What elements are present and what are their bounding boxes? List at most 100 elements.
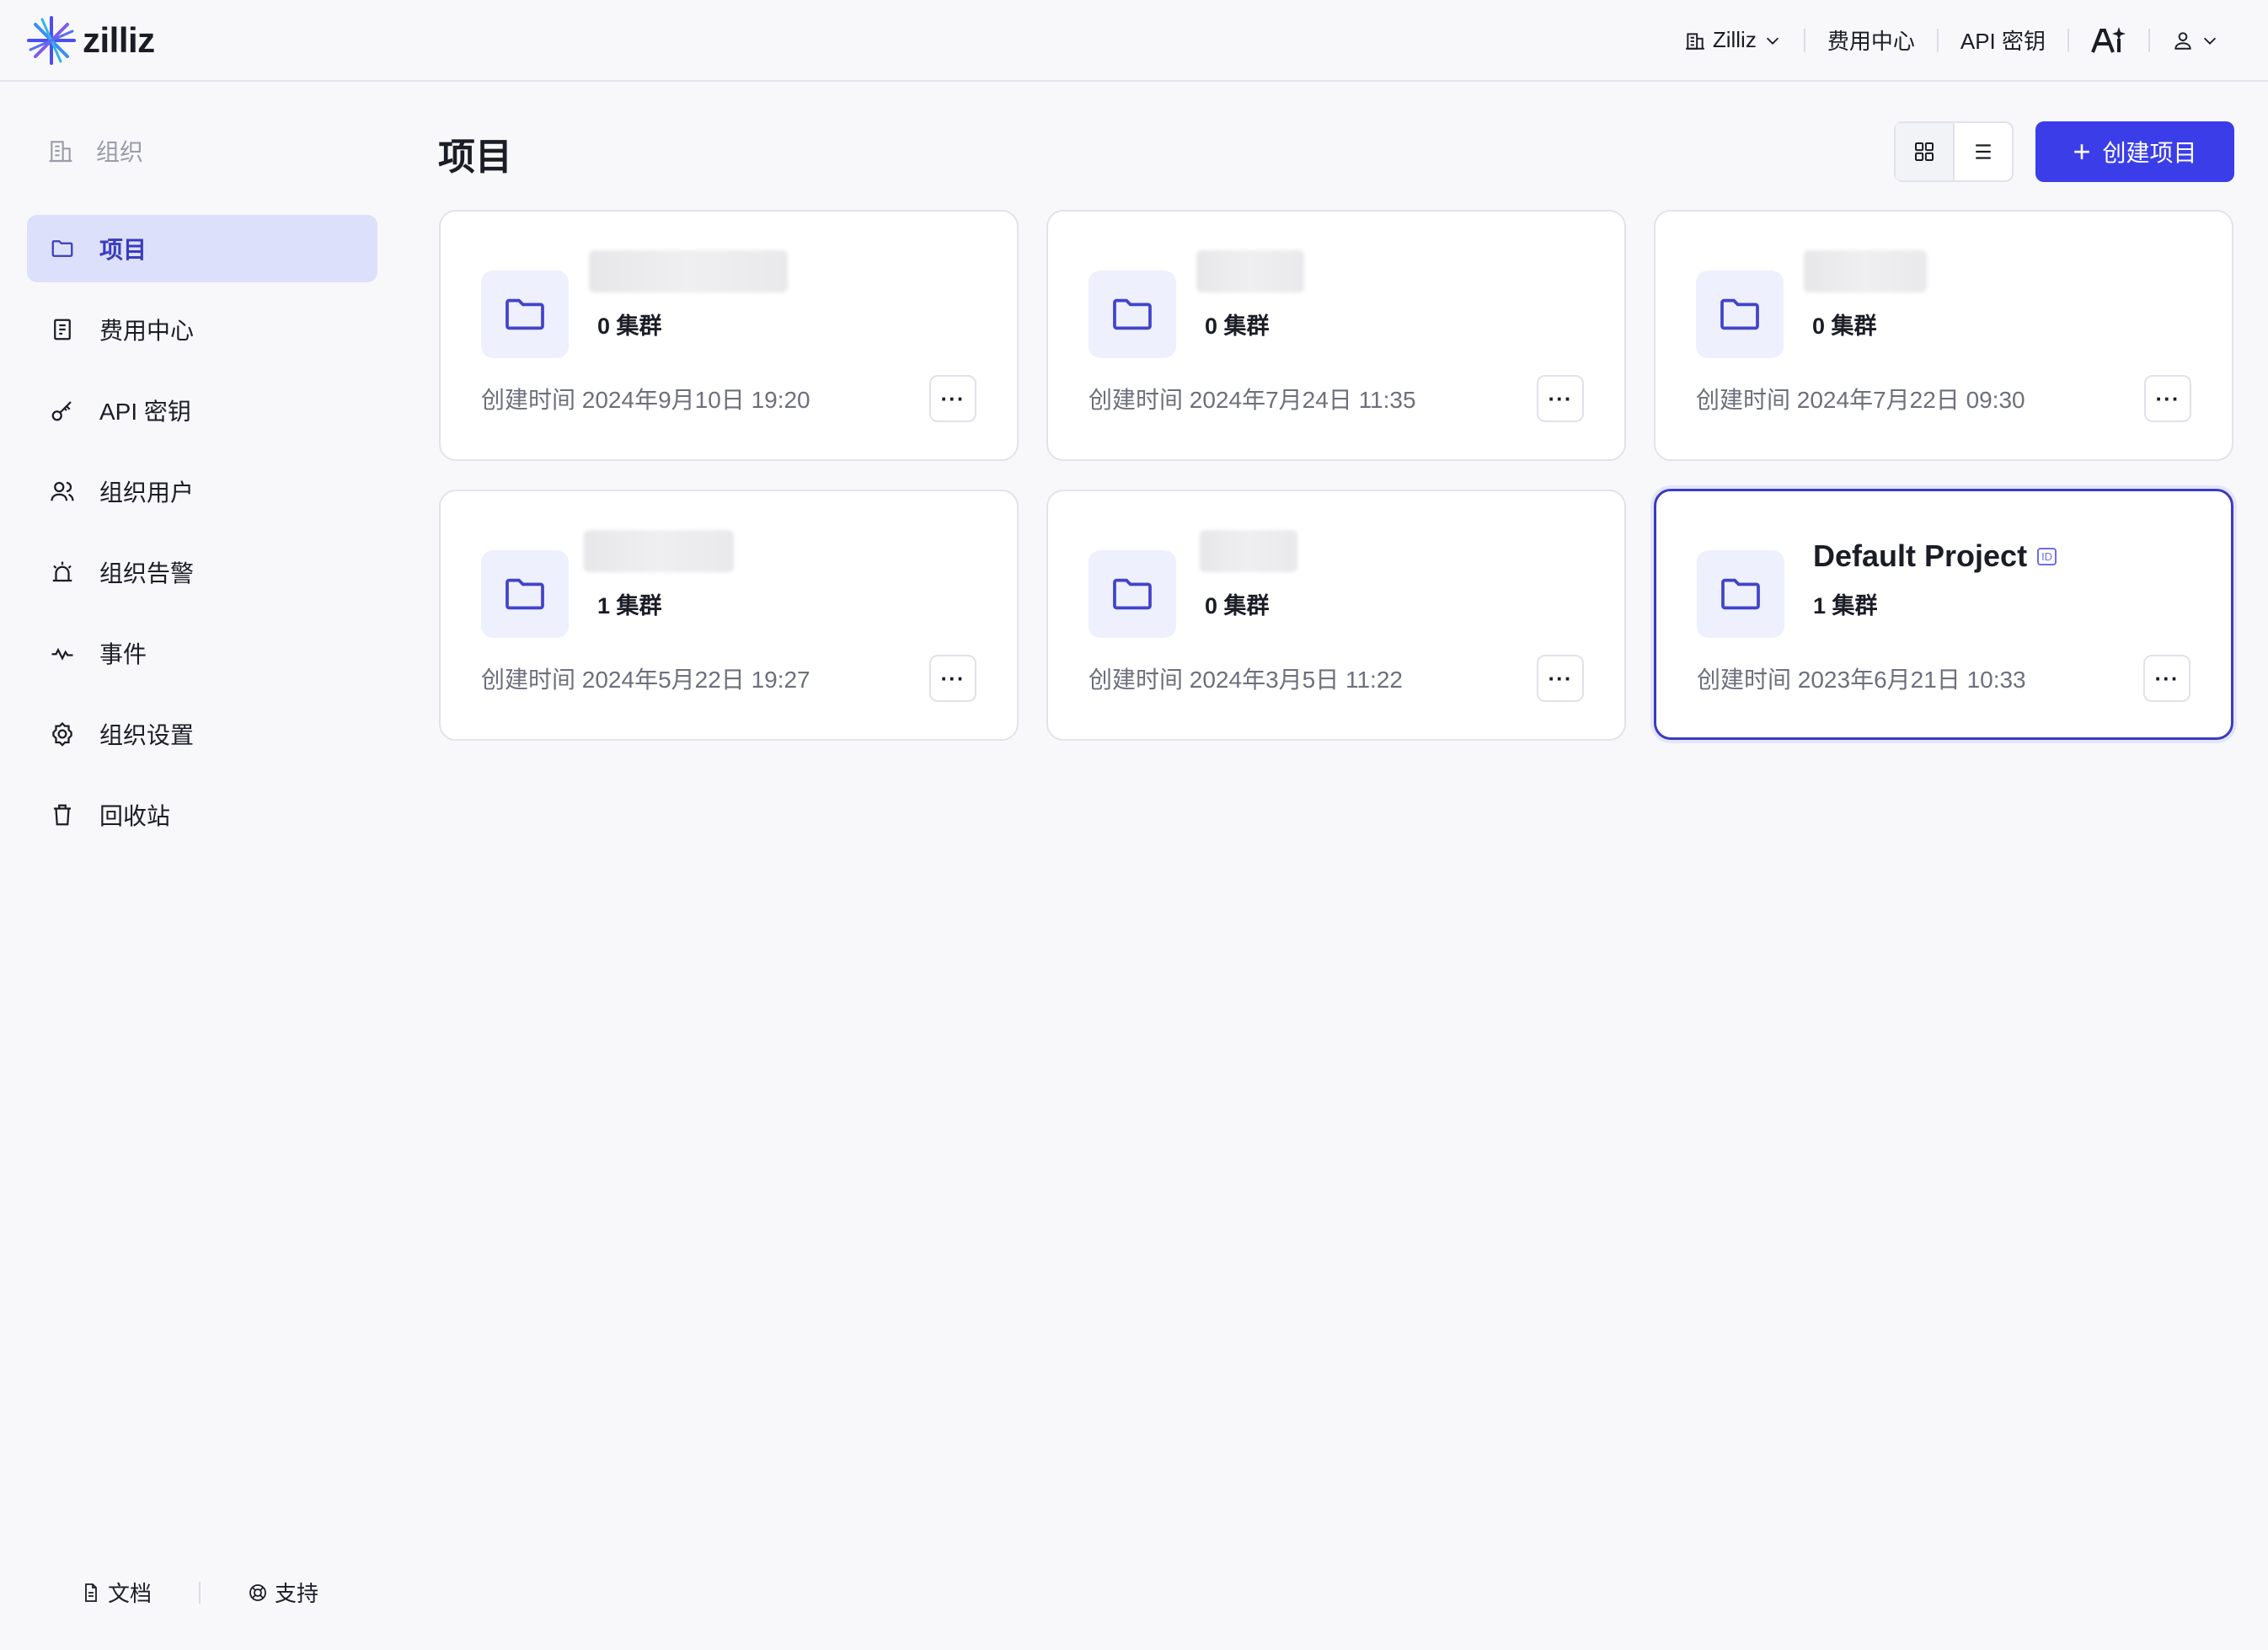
building-icon [49, 141, 72, 163]
ai-assistant-button[interactable] [2069, 15, 2148, 66]
sidebar-item-label: API 密钥 [99, 399, 191, 425]
sidebar-org-label: 组织 [96, 139, 144, 165]
project-name-text: Default Project [1813, 538, 2028, 573]
sidebar-item-org-alerts[interactable]: 组织告警 [27, 538, 377, 606]
chevron-down-icon [1766, 37, 1779, 45]
ai-text-icon [2091, 26, 2126, 53]
project-name-redacted [1804, 250, 1927, 292]
project-card[interactable]: 0 集群 创建时间 2024年9月10日 19:20 ··· [439, 210, 1019, 461]
more-options-button[interactable]: ··· [2144, 375, 2191, 422]
receipt-icon [49, 316, 76, 343]
cluster-count: 0 集群 [597, 313, 662, 339]
more-options-button[interactable]: ··· [929, 375, 976, 422]
cluster-count: 0 集群 [1205, 313, 1270, 339]
header-actions: Zilliz 费用中心 API 密钥 [1662, 0, 2241, 81]
created-time: 创建时间 2023年6月21日 10:33 [1697, 667, 2026, 693]
logo[interactable]: zilliz [25, 14, 155, 67]
key-icon [49, 397, 76, 424]
more-options-button[interactable]: ··· [1537, 655, 1584, 702]
id-badge-icon[interactable]: ID [2037, 547, 2057, 565]
sidebar-item-label: 项目 [99, 237, 147, 263]
grid-view-button[interactable] [1896, 123, 1953, 180]
top-header: zilliz Zilliz 费用中心 API 密钥 [0, 0, 2268, 82]
building-icon [1686, 32, 1704, 50]
sidebar-org-header[interactable]: 组织 [47, 134, 143, 168]
sidebar-item-billing[interactable]: 费用中心 [27, 296, 377, 363]
gear-icon [49, 721, 76, 747]
folder-icon [481, 550, 569, 638]
sidebar-item-org-settings[interactable]: 组织设置 [27, 700, 377, 768]
project-card[interactable]: 0 集群 创建时间 2024年7月24日 11:35 ··· [1046, 210, 1626, 461]
cluster-count: 0 集群 [1812, 313, 1877, 339]
ellipsis-icon: ··· [940, 385, 966, 411]
more-options-button[interactable]: ··· [1537, 375, 1584, 422]
ellipsis-icon: ··· [2154, 665, 2180, 691]
ellipsis-icon: ··· [1548, 385, 1573, 411]
sidebar-item-label: 组织告警 [99, 560, 195, 587]
sidebar-item-label: 费用中心 [99, 318, 195, 344]
ellipsis-icon: ··· [2155, 385, 2180, 411]
sidebar-item-label: 组织用户 [99, 479, 195, 506]
support-link[interactable]: 支持 [248, 1577, 318, 1608]
header-billing-link[interactable]: 费用中心 [1805, 15, 1937, 66]
sidebar-item-label: 组织设置 [99, 722, 195, 748]
activity-icon [49, 640, 76, 667]
divider [199, 1581, 201, 1604]
sidebar-item-label: 事件 [99, 641, 147, 667]
project-card[interactable]: 1 集群 创建时间 2024年5月22日 19:27 ··· [439, 490, 1019, 741]
folder-icon [481, 271, 569, 358]
folder-icon [1697, 550, 1784, 638]
sidebar-item-projects[interactable]: 项目 [27, 215, 377, 282]
list-view-button[interactable] [1955, 123, 2012, 180]
chevron-down-icon [2203, 37, 2217, 45]
header-api-keys-label: API 密钥 [1960, 29, 2046, 54]
ellipsis-icon: ··· [1548, 665, 1573, 691]
cluster-count: 0 集群 [1205, 593, 1270, 619]
sidebar-item-api-keys[interactable]: API 密钥 [27, 377, 377, 444]
support-label: 支持 [275, 1581, 319, 1606]
more-options-button[interactable]: ··· [2143, 655, 2190, 702]
sidebar-footer: 文档 支持 [81, 1577, 318, 1608]
created-time: 创建时间 2024年7月24日 11:35 [1089, 387, 1416, 413]
folder-icon [1089, 550, 1176, 638]
sidebar-item-recycle-bin[interactable]: 回收站 [27, 781, 377, 849]
docs-link[interactable]: 文档 [81, 1577, 152, 1608]
project-name-redacted [589, 250, 788, 292]
org-switcher[interactable]: Zilliz [1662, 15, 1804, 66]
created-time: 创建时间 2024年9月10日 19:20 [481, 387, 810, 413]
ellipsis-icon: ··· [940, 665, 966, 691]
cluster-count: 1 集群 [597, 593, 662, 619]
created-time: 创建时间 2024年5月22日 19:27 [481, 667, 810, 693]
users-icon [49, 478, 76, 505]
create-project-button[interactable]: + 创建项目 [2035, 121, 2234, 182]
folder-icon [49, 235, 76, 262]
create-project-label: 创建项目 [2102, 140, 2197, 166]
header-api-keys-link[interactable]: API 密钥 [1939, 15, 2067, 66]
page-title: 项目 [438, 137, 512, 178]
list-icon [1976, 144, 1991, 159]
folder-icon [1696, 271, 1784, 358]
view-toggle [1894, 121, 2014, 182]
sidebar-item-events[interactable]: 事件 [27, 619, 377, 687]
docs-label: 文档 [108, 1581, 152, 1606]
user-menu[interactable] [2150, 15, 2241, 66]
project-card-default[interactable]: Default Project ID 1 集群 创建时间 2023年6月21日 … [1654, 489, 2233, 740]
zilliz-logo-icon [27, 15, 76, 65]
sidebar: 组织 项目 费用中心 API 密钥 组织用户 组织告警 事件 组织设置 回收站 … [0, 83, 404, 1650]
header-billing-label: 费用中心 [1827, 29, 1915, 54]
project-card[interactable]: 0 集群 创建时间 2024年3月5日 11:22 ··· [1046, 490, 1626, 741]
project-name-redacted [584, 530, 734, 572]
grid-icon [1915, 142, 1934, 161]
org-switcher-label: Zilliz [1712, 27, 1757, 52]
project-card[interactable]: 0 集群 创建时间 2024年7月22日 09:30 ··· [1654, 210, 2233, 461]
created-time: 创建时间 2024年3月5日 11:22 [1089, 667, 1403, 693]
project-name-redacted [1196, 250, 1304, 292]
more-options-button[interactable]: ··· [929, 655, 976, 702]
plus-icon: + [2073, 134, 2091, 169]
document-icon [85, 1583, 97, 1602]
sidebar-item-org-users[interactable]: 组织用户 [27, 458, 377, 525]
trash-icon [49, 801, 76, 828]
user-icon [2174, 31, 2191, 50]
sidebar-item-label: 回收站 [99, 803, 171, 829]
cluster-count: 1 集群 [1813, 593, 1878, 619]
